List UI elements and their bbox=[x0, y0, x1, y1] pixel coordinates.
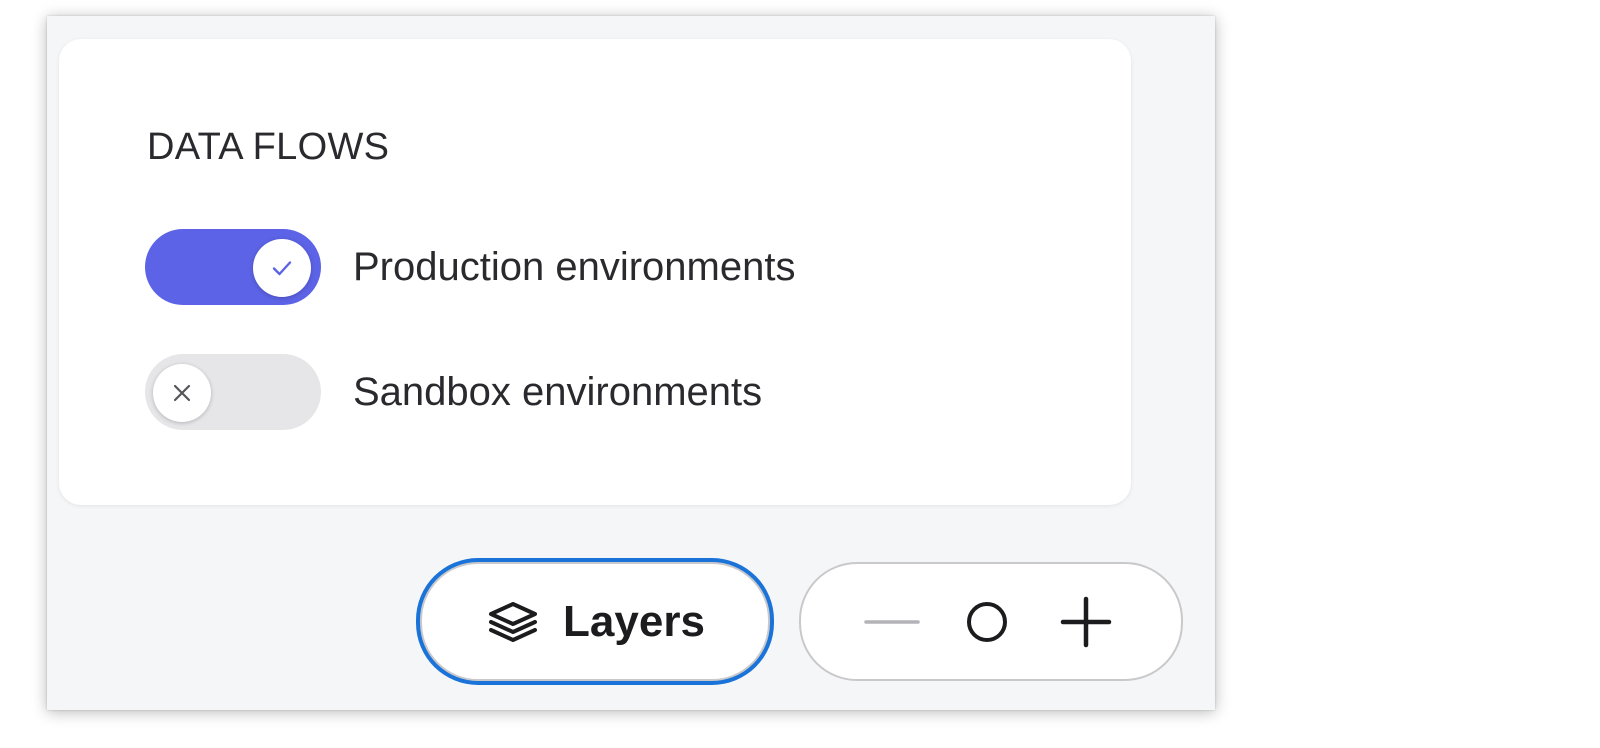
minus-icon bbox=[864, 619, 920, 624]
checkmark-icon bbox=[272, 261, 292, 276]
zoom-out-button[interactable] bbox=[847, 564, 937, 679]
production-environments-toggle[interactable] bbox=[145, 229, 321, 305]
toggle-knob bbox=[153, 364, 211, 422]
production-toggle-row: Production environments bbox=[145, 229, 795, 305]
layers-icon bbox=[489, 601, 538, 642]
sandbox-toggle-row: Sandbox environments bbox=[145, 354, 762, 430]
production-environments-label: Production environments bbox=[353, 245, 796, 289]
zoom-in-button[interactable] bbox=[1041, 564, 1131, 679]
zoom-reset-button[interactable] bbox=[942, 564, 1032, 679]
sandbox-environments-label: Sandbox environments bbox=[353, 370, 763, 414]
zoom-controls bbox=[799, 562, 1183, 681]
plus-icon bbox=[1060, 596, 1112, 647]
sandbox-environments-toggle[interactable] bbox=[145, 354, 321, 430]
layers-label: Layers bbox=[563, 596, 705, 646]
layers-button[interactable]: Layers bbox=[420, 562, 770, 681]
map-window: DATA FLOWS Production environments Sandb… bbox=[47, 16, 1215, 710]
section-title: DATA FLOWS bbox=[147, 126, 390, 168]
toggle-knob bbox=[253, 239, 311, 297]
circle-icon bbox=[967, 601, 1007, 642]
data-flows-panel: DATA FLOWS Production environments Sandb… bbox=[59, 39, 1131, 505]
close-icon bbox=[173, 384, 191, 402]
